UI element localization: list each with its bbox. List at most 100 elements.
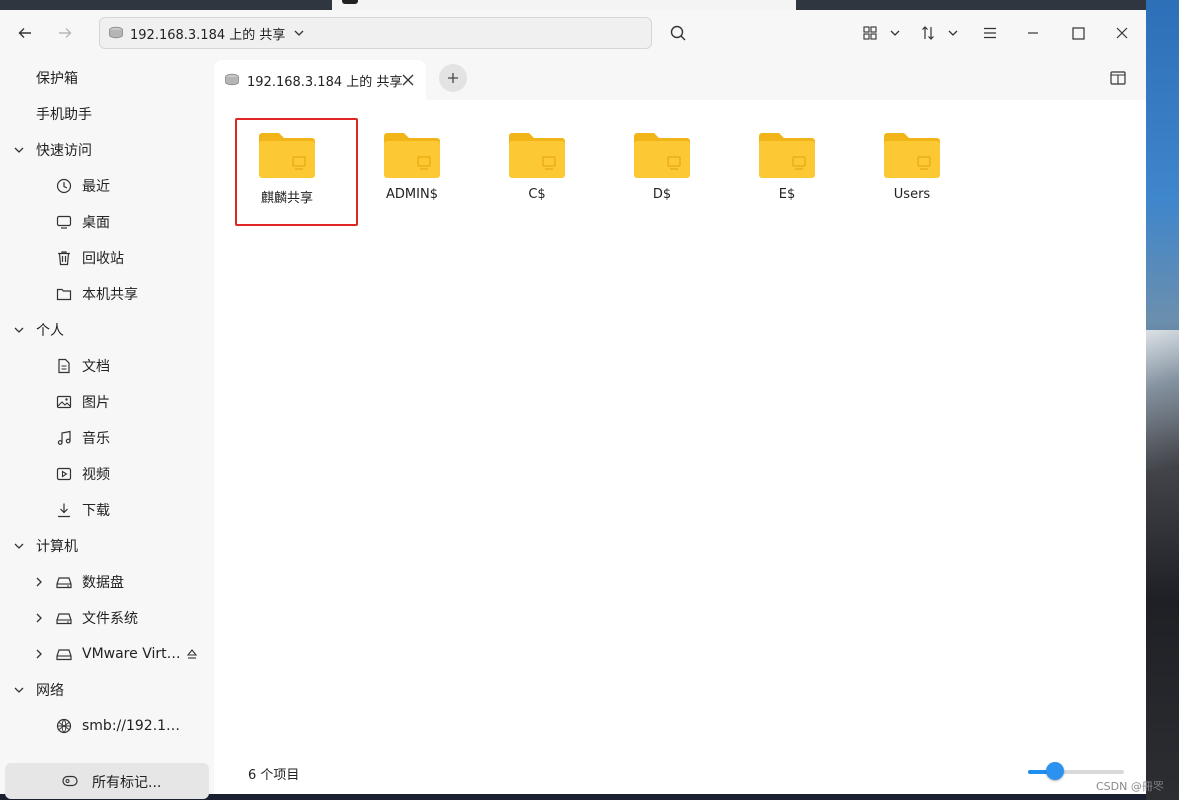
address-bar[interactable]: 192.168.3.184 上的 共享 xyxy=(99,17,652,49)
folder-name: D$ xyxy=(652,187,672,202)
eject-icon[interactable] xyxy=(185,647,199,661)
shared-folder-icon xyxy=(509,133,565,178)
chevron-down-icon xyxy=(948,30,958,36)
sidebar-item-local-share[interactable]: 本机共享 xyxy=(0,276,212,312)
optical-drive-icon xyxy=(55,645,73,663)
tab-label: 192.168.3.184 上的 共享 xyxy=(247,75,403,90)
sidebar-item-music[interactable]: 音乐 xyxy=(0,420,212,456)
sidebar-item-phone-assistant[interactable]: 手机助手 xyxy=(0,96,212,132)
sidebar-item-label: VMware Virt… xyxy=(82,646,181,662)
network-drive-icon xyxy=(225,73,239,86)
new-tab-button[interactable] xyxy=(439,64,467,92)
sidebar-group-network[interactable]: 网络 xyxy=(0,672,212,708)
arrow-right-icon xyxy=(59,28,72,38)
folder-name: 麒麟共享 xyxy=(260,191,313,206)
grid-view-icon xyxy=(863,26,877,40)
chevron-down-icon[interactable] xyxy=(12,683,26,697)
folder-item[interactable]: Users xyxy=(862,120,962,230)
minimize-icon xyxy=(1028,32,1038,34)
sidebar-item-label: smb://192.1… xyxy=(82,718,181,734)
maximize-button[interactable] xyxy=(1067,22,1089,44)
folder-item[interactable]: 麒麟共享 xyxy=(237,120,337,230)
chevron-down-icon[interactable] xyxy=(12,143,26,157)
close-icon[interactable] xyxy=(401,73,415,87)
zoom-slider[interactable] xyxy=(1028,770,1124,774)
chevron-right-icon[interactable] xyxy=(32,611,46,625)
folder-item[interactable]: ADMIN$ xyxy=(362,120,462,230)
sidebar-item-documents[interactable]: 文档 xyxy=(0,348,212,384)
background-window-strip xyxy=(0,0,1146,10)
folder-item[interactable]: D$ xyxy=(612,120,712,230)
sidebar-item-data-disk[interactable]: 数据盘 xyxy=(0,564,212,600)
sidebar-item-label: 桌面 xyxy=(82,215,110,231)
drive-icon xyxy=(55,609,73,627)
sidebar-item-smb-share[interactable]: smb://192.1… xyxy=(0,708,212,744)
chevron-down-icon[interactable] xyxy=(293,27,305,39)
network-drive-icon xyxy=(109,26,123,39)
sidebar-item-vmware-drive[interactable]: VMware Virt… xyxy=(0,636,212,672)
sidebar-item-label: 数据盘 xyxy=(82,575,124,591)
folder-name: Users xyxy=(893,187,931,202)
sidebar-item-label: 本机共享 xyxy=(82,287,138,303)
sidebar-group-computer[interactable]: 计算机 xyxy=(0,528,212,564)
chevron-down-icon[interactable] xyxy=(12,323,26,337)
sidebar-item-file-system[interactable]: 文件系统 xyxy=(0,600,212,636)
shared-folder-icon xyxy=(884,133,940,178)
tag-icon xyxy=(62,775,78,787)
hamburger-menu-icon xyxy=(984,27,996,39)
trash-icon xyxy=(55,249,73,267)
background-window-peek xyxy=(332,0,796,10)
music-icon xyxy=(55,429,73,447)
sidebar-item-vault[interactable]: 保护箱 xyxy=(0,60,212,96)
download-icon xyxy=(55,501,73,519)
sidebar-group-label: 快速访问 xyxy=(36,143,92,159)
sidebar-item-label: 保护箱 xyxy=(36,71,78,87)
search-button[interactable] xyxy=(667,22,689,44)
chevron-right-icon[interactable] xyxy=(32,647,46,661)
file-manager-window: 192.168.3.184 上的 共享 保护箱 手机助手 快速访问 最近 桌面 … xyxy=(0,10,1146,799)
desktop-icon xyxy=(55,213,73,231)
forward-button[interactable] xyxy=(54,22,76,44)
back-button[interactable] xyxy=(14,22,36,44)
view-mode-dropdown[interactable] xyxy=(884,22,906,44)
chevron-right-icon[interactable] xyxy=(32,575,46,589)
folder-item[interactable]: C$ xyxy=(487,120,587,230)
sidebar-item-trash[interactable]: 回收站 xyxy=(0,240,212,276)
sidebar-item-pictures[interactable]: 图片 xyxy=(0,384,212,420)
drive-icon xyxy=(55,573,73,591)
sidebar-item-label: 图片 xyxy=(82,395,110,411)
minimize-button[interactable] xyxy=(1022,22,1044,44)
tab-current-share[interactable]: 192.168.3.184 上的 共享 xyxy=(214,60,426,100)
shared-folder-icon xyxy=(634,133,690,178)
address-text: 192.168.3.184 上的 共享 xyxy=(130,27,286,43)
sidebar-item-videos[interactable]: 视频 xyxy=(0,456,212,492)
view-mode-button[interactable] xyxy=(859,22,881,44)
folder-name: E$ xyxy=(778,187,796,202)
sidebar-item-desktop[interactable]: 桌面 xyxy=(0,204,212,240)
split-view-icon[interactable] xyxy=(1110,70,1126,86)
sidebar-item-downloads[interactable]: 下载 xyxy=(0,492,212,528)
zoom-slider-handle[interactable] xyxy=(1045,762,1064,780)
sidebar-item-label: 下载 xyxy=(82,503,110,519)
sidebar-item-label: 回收站 xyxy=(82,251,124,267)
menu-button[interactable] xyxy=(979,22,1001,44)
sort-button[interactable] xyxy=(917,22,939,44)
maximize-icon xyxy=(1071,26,1085,40)
network-icon xyxy=(55,717,73,735)
tab-bar: 192.168.3.184 上的 共享 xyxy=(214,56,1146,100)
chevron-down-icon[interactable] xyxy=(12,539,26,553)
close-button[interactable] xyxy=(1111,22,1133,44)
clock-icon xyxy=(55,177,73,195)
all-tags-button[interactable]: 所有标记... xyxy=(5,763,209,799)
document-icon xyxy=(55,357,73,375)
desktop-background xyxy=(1146,0,1179,800)
watermark: CSDN @冊罖 xyxy=(1096,780,1164,793)
sidebar-item-recent[interactable]: 最近 xyxy=(0,168,212,204)
folder-name: ADMIN$ xyxy=(386,187,438,202)
sort-dropdown[interactable] xyxy=(942,22,964,44)
toolbar: 192.168.3.184 上的 共享 xyxy=(0,10,1146,56)
sidebar-group-personal[interactable]: 个人 xyxy=(0,312,212,348)
folder-item[interactable]: E$ xyxy=(737,120,837,230)
shared-folder-icon xyxy=(259,133,315,178)
sidebar-group-quick-access[interactable]: 快速访问 xyxy=(0,132,212,168)
